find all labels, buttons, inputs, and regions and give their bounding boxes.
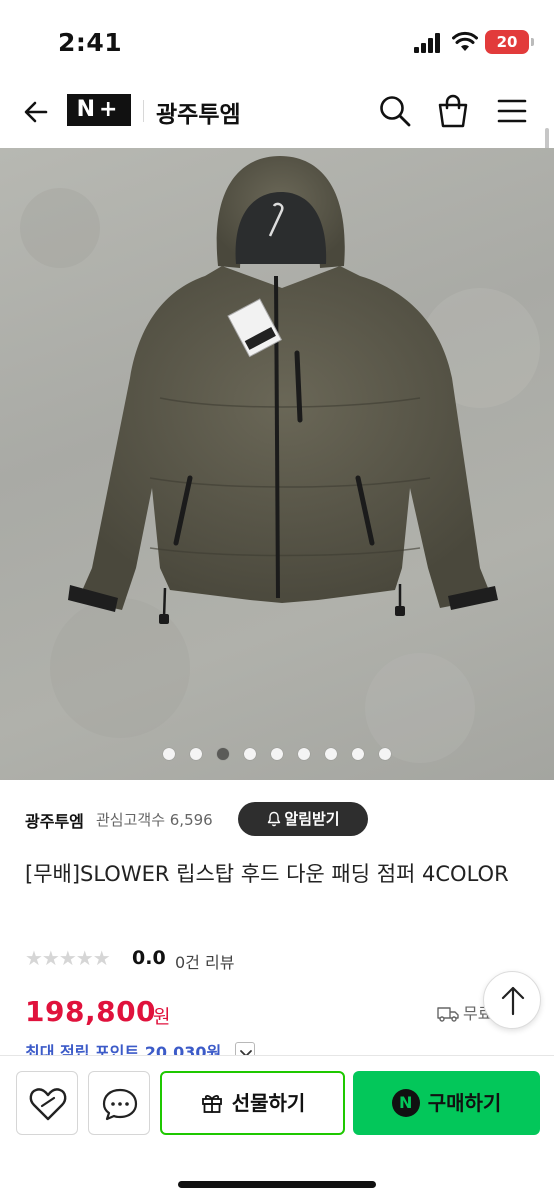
jacket-illustration [20,156,540,763]
gift-button-label: 선물하기 [231,1091,306,1115]
product-image[interactable] [0,148,554,780]
carousel-dot[interactable] [379,748,392,760]
store-row: 광주투엠 관심고객수 6,596 알림받기 [25,800,535,840]
review-count[interactable]: 0건 리뷰 [175,949,234,973]
status-time: 2:41 [58,28,123,57]
rating-value: 0.0 [132,947,166,969]
carousel-dot[interactable] [243,748,256,760]
naver-plus-logo[interactable]: N+ [67,94,131,126]
scroll-to-top-button[interactable] [483,971,541,1029]
store-link[interactable]: 광주투엠 [25,808,84,832]
bottom-action-bar: 선물하기 N 구매하기 [0,1055,554,1200]
truck-icon [437,1007,459,1022]
back-arrow-icon[interactable] [20,96,52,128]
carousel-dots [0,745,554,760]
carousel-dot[interactable] [162,748,175,760]
hamburger-menu-icon[interactable] [496,97,528,125]
followers-count: 관심고객수 6,596 [96,811,213,829]
chat-bubble-icon [102,1088,138,1121]
price-unit: 원 [153,1006,171,1028]
carousel-dot[interactable] [189,748,202,760]
buy-button[interactable]: N 구매하기 [353,1071,540,1135]
search-icon[interactable] [378,94,412,128]
carousel-dot[interactable] [325,748,338,760]
heart-icon [29,1088,67,1121]
nav-divider [143,100,144,122]
carousel-dot[interactable] [271,748,283,760]
bell-plus-icon [268,811,281,827]
arrow-up-icon [501,986,525,1016]
gift-button[interactable]: 선물하기 [160,1071,345,1135]
battery-indicator: 20 [485,30,534,54]
status-bar: 2:41 20 [0,0,554,84]
notify-button[interactable]: 알림받기 [238,802,368,836]
wishlist-button[interactable] [16,1071,78,1135]
wifi-icon [452,31,478,51]
carousel-dot[interactable] [298,748,311,760]
carousel-dot-active[interactable] [216,748,229,760]
rating-row[interactable]: ★★★★★ 0.0 0건 리뷰 [25,944,425,972]
carousel-dot[interactable] [352,748,365,760]
gift-icon [201,1094,222,1113]
price-row: 198,800 원 [25,995,425,1031]
price: 198,800 [25,995,157,1028]
naver-pay-badge: N [391,1089,420,1117]
shopping-bag-icon[interactable] [436,93,470,129]
notify-button-label: 알림받기 [284,810,340,828]
top-nav: N+ 광주투엠 [0,84,554,148]
store-name-title[interactable]: 광주투엠 [156,95,241,129]
signal-icon [414,33,442,53]
talk-talk-button[interactable] [88,1071,150,1135]
product-title: [무배]SLOWER 립스탑 후드 다운 패딩 점퍼 4COLOR [25,862,509,886]
home-indicator [178,1181,376,1188]
star-rating-icon: ★★★★★ [25,946,111,970]
buy-button-label: 구매하기 [427,1091,502,1115]
